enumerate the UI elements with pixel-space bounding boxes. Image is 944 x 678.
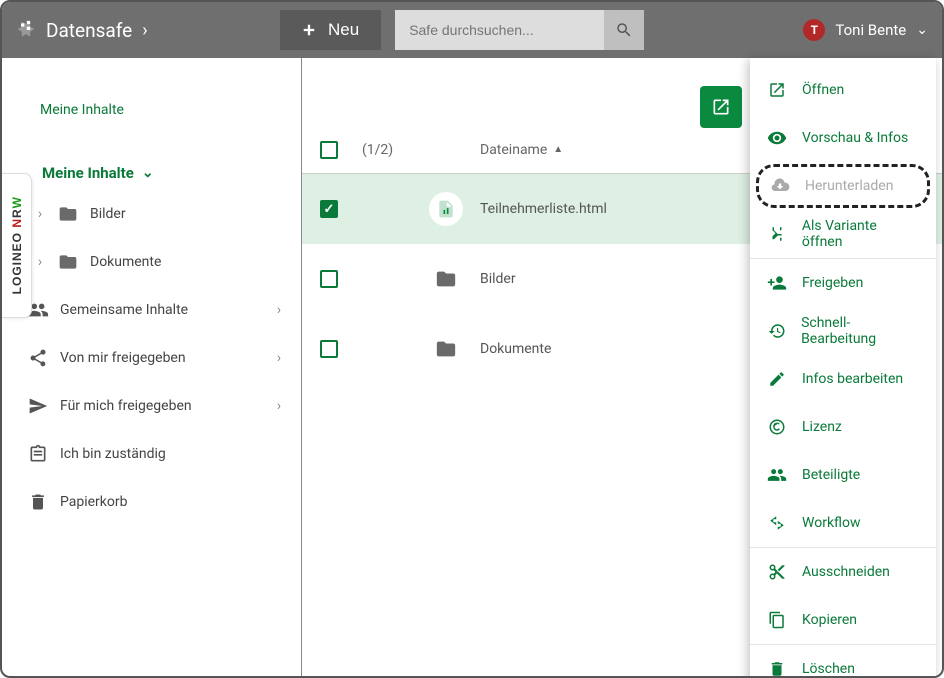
menu-item-addperson[interactable]: Freigeben [750,259,936,307]
chevron-right-icon: › [273,350,285,366]
menu-item-open[interactable]: Öffnen [750,66,936,114]
trash-icon [766,660,788,678]
nav-item-von-mir[interactable]: Von mir freigegeben › [8,334,295,382]
open-icon [766,81,788,99]
row-checkbox[interactable] [320,340,338,358]
open-external-icon [711,97,731,117]
menu-item-people[interactable]: Beteiligte [750,451,936,499]
file-icon [426,192,466,226]
nav-item-gemeinsame[interactable]: Gemeinsame Inhalte › [8,286,295,334]
context-menu: ÖffnenVorschau & InfosHerunterladenAls V… [750,58,936,678]
select-all-checkbox[interactable] [320,141,338,159]
pencil-icon [766,370,788,388]
folder-icon [426,268,466,290]
nav-item-zustaendig[interactable]: Ich bin zuständig [8,430,295,478]
new-label: Neu [328,20,359,40]
logineo-tab[interactable]: LOGINEO NRW [2,173,32,318]
eye-icon [766,128,788,148]
menu-item-eye[interactable]: Vorschau & Infos [750,114,936,162]
people-icon [766,465,788,485]
cut-icon [766,563,788,581]
menu-item-copyright[interactable]: Lizenz [750,403,936,451]
assignment-icon [26,444,50,464]
share-icon [26,348,50,368]
logo-icon [16,20,36,40]
folder-icon [426,338,466,360]
chevron-right-icon: › [142,20,147,41]
menu-item-pencil[interactable]: Infos bearbeiten [750,355,936,403]
trash-icon [26,492,50,512]
menu-item-workflow[interactable]: Workflow [750,499,936,547]
chevron-right-icon: › [273,398,285,414]
menu-item-copy[interactable]: Kopieren [750,596,936,644]
cloud-icon [769,176,791,196]
history-icon [766,322,787,340]
folder-icon [56,252,80,272]
nav-item-bilder[interactable]: › Bilder [8,190,295,238]
chevron-right-icon: › [34,254,46,270]
brand[interactable]: Datensafe › [16,19,266,42]
row-checkbox[interactable] [320,200,338,218]
copyright-icon [766,418,788,436]
copy-icon [766,611,788,629]
user-name: Toni Bente [835,21,906,39]
send-icon [26,396,50,416]
breadcrumb[interactable]: Meine Inhalte [2,66,301,146]
plus-icon [302,23,316,37]
app-title: Datensafe [46,19,132,42]
nav-item-dokumente[interactable]: › Dokumente [8,238,295,286]
workflow-icon [766,514,788,532]
sidebar: Meine Inhalte Meine Inhalte ⌄ › Bilder › [2,58,302,676]
avatar: T [803,19,825,41]
chevron-right-icon: › [34,206,46,222]
search-input[interactable] [395,10,604,50]
new-button[interactable]: Neu [280,10,381,50]
menu-item-cloud: Herunterladen [756,164,930,208]
open-external-button[interactable] [700,86,742,128]
menu-item-history[interactable]: Schnell-Bearbeitung [750,307,936,355]
addperson-icon [766,273,788,293]
menu-item-cut[interactable]: Ausschneiden [750,548,936,596]
logineo-label: LOGINEO NRW [10,196,24,294]
chevron-down-icon: ⌄ [142,165,154,181]
sort-asc-icon: ▲ [553,144,563,155]
chevron-right-icon: › [273,302,285,318]
user-menu[interactable]: T Toni Bente ⌄ [803,19,928,41]
folder-icon [56,204,80,224]
branch-icon [766,225,788,243]
search-button[interactable] [604,10,644,50]
row-checkbox[interactable] [320,270,338,288]
nav-item-fuer-mich[interactable]: Für mich freigegeben › [8,382,295,430]
chevron-down-icon: ⌄ [916,22,928,38]
nav-item-papierkorb[interactable]: Papierkorb [8,478,295,526]
menu-item-trash[interactable]: Löschen [750,645,936,678]
selection-count: (1/2) [362,142,412,158]
nav-root-meine-inhalte[interactable]: Meine Inhalte ⌄ [8,156,295,190]
menu-item-branch[interactable]: Als Variante öffnen [750,210,936,258]
search-icon [615,21,633,39]
